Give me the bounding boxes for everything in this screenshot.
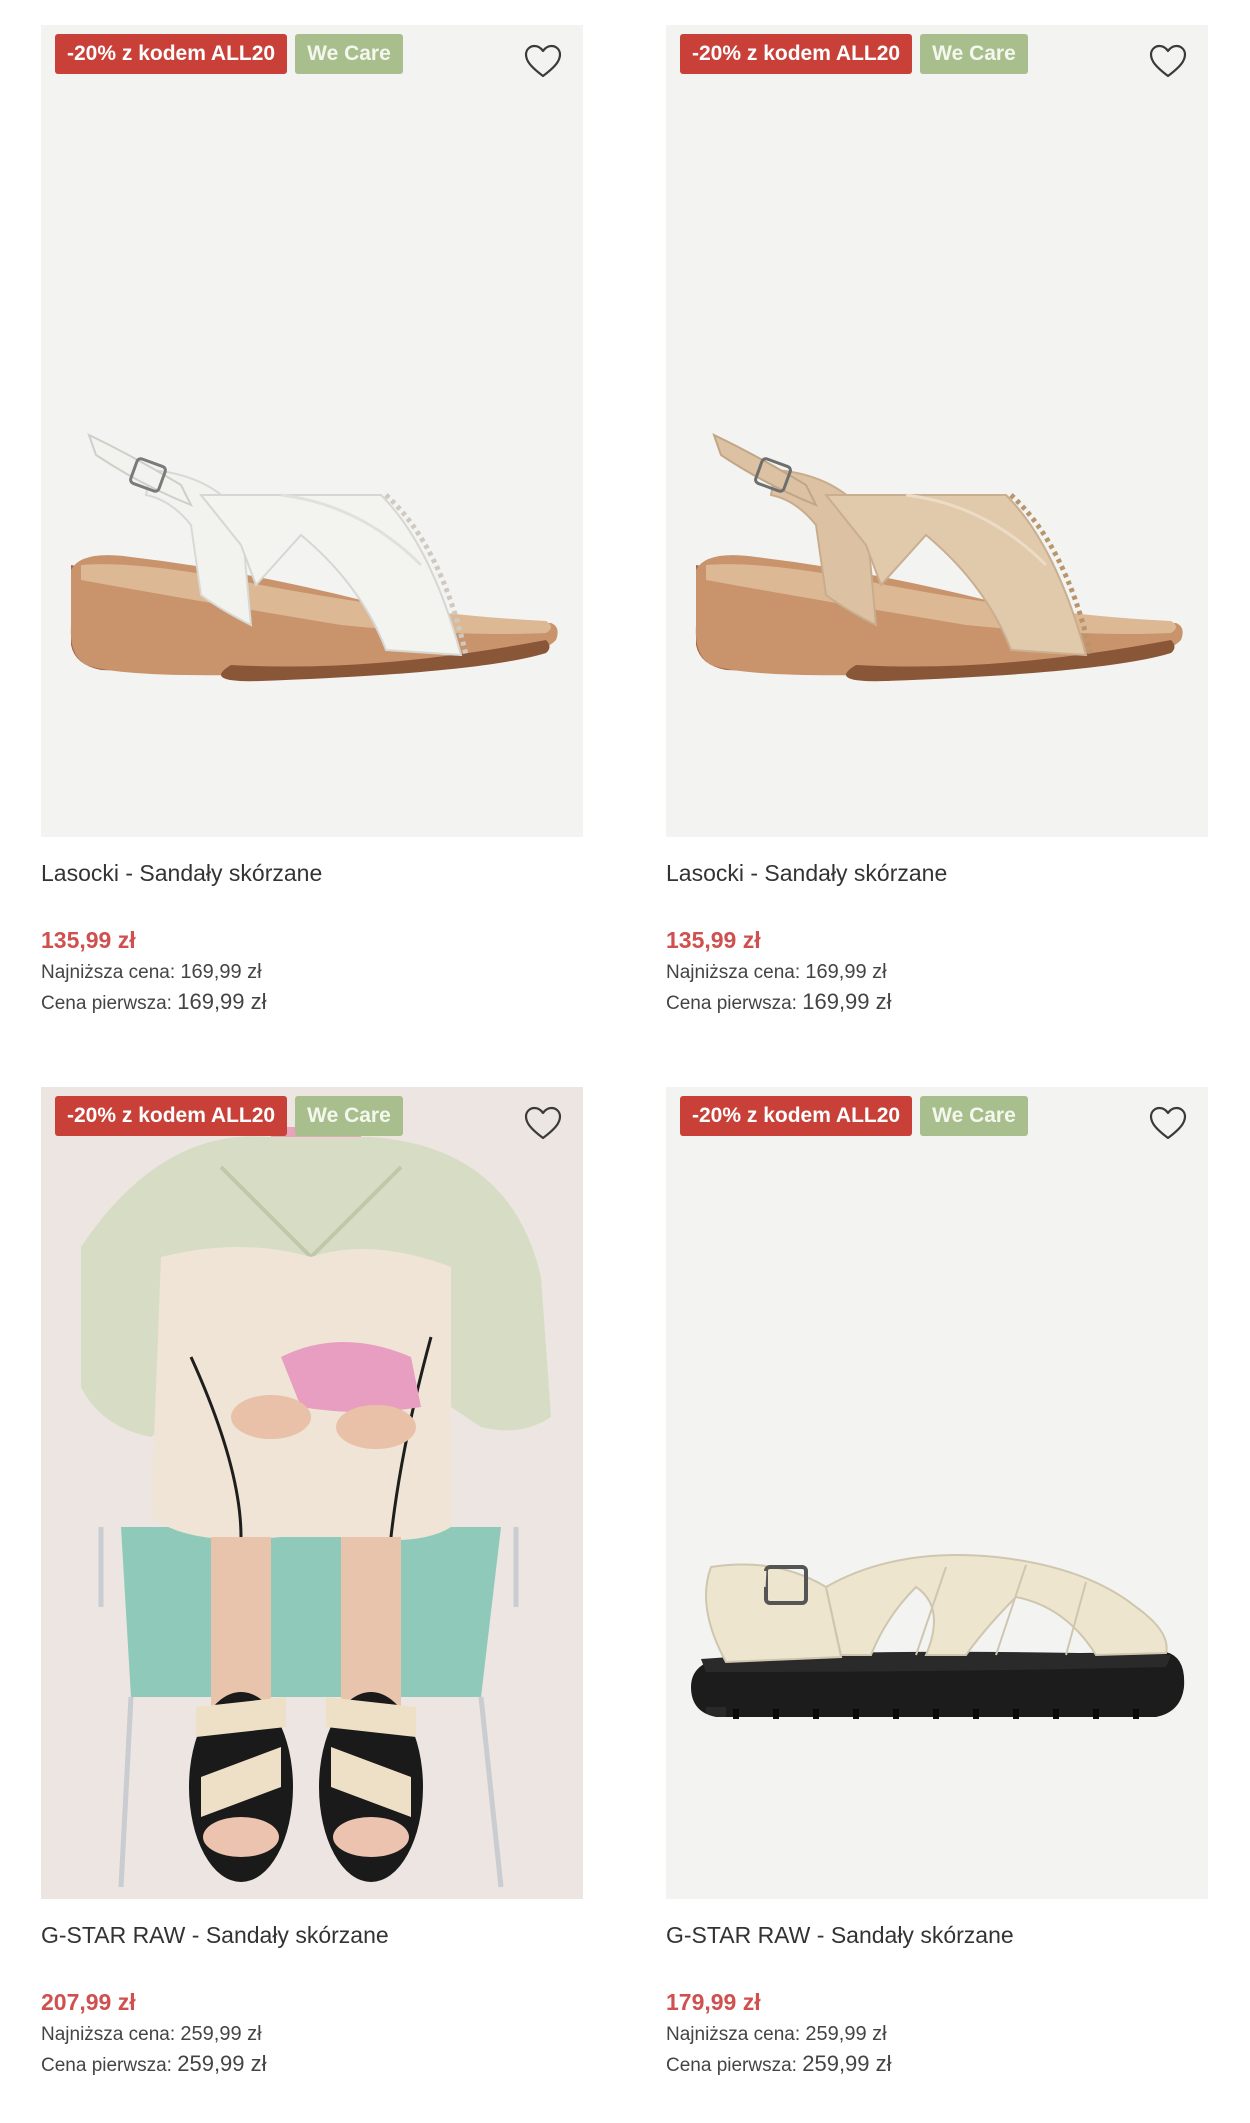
lowest-price-label: Najniższa cena: xyxy=(41,962,176,983)
product-card[interactable]: -20% z kodem ALL20 We Care xyxy=(666,1087,1208,2079)
model-wearing-sandals-image xyxy=(81,1127,551,1888)
product-image[interactable]: -20% z kodem ALL20 We Care xyxy=(41,25,583,837)
first-price-row: Cena pierwsza: 259,99 zł xyxy=(41,2049,583,2079)
promo-badge: -20% z kodem ALL20 xyxy=(55,34,288,74)
promo-badge: -20% z kodem ALL20 xyxy=(680,1096,913,1136)
product-title[interactable]: G-STAR RAW - Sandały skórzane xyxy=(666,1915,1208,1955)
first-price-value: 169,99 zł xyxy=(802,989,892,1014)
first-price-value: 259,99 zł xyxy=(802,2051,892,2076)
we-care-badge: We Care xyxy=(295,34,403,74)
product-price: 207,99 zł xyxy=(41,1989,136,2015)
badge-group: -20% z kodem ALL20 We Care xyxy=(55,34,403,74)
lowest-price-row: Najniższa cena: 259,99 zł xyxy=(666,2019,1208,2049)
product-image[interactable]: -20% z kodem ALL20 We Care xyxy=(666,1087,1208,1899)
lowest-price-value: 259,99 zł xyxy=(805,2023,887,2045)
product-title[interactable]: G-STAR RAW - Sandały skórzane xyxy=(41,1915,583,1955)
heart-outline-icon[interactable] xyxy=(523,1104,563,1144)
product-price: 135,99 zł xyxy=(41,927,136,953)
lowest-price-label: Najniższa cena: xyxy=(41,2024,176,2045)
lowest-price-value: 169,99 zł xyxy=(180,961,262,983)
we-care-badge: We Care xyxy=(295,1096,403,1136)
lowest-price-label: Najniższa cena: xyxy=(666,2024,801,2045)
first-price-row: Cena pierwsza: 169,99 zł xyxy=(41,987,583,1017)
first-price-value: 259,99 zł xyxy=(177,2051,267,2076)
product-grid: -20% z kodem ALL20 We Care Lasocki - San… xyxy=(0,0,1250,2123)
product-price: 179,99 zł xyxy=(666,1989,761,2015)
beige-wedge-sandal-image xyxy=(695,433,1183,682)
first-price-value: 169,99 zł xyxy=(177,989,267,1014)
lowest-price-row: Najniższa cena: 169,99 zł xyxy=(666,957,1208,987)
first-price-label: Cena pierwsza: xyxy=(41,993,172,1014)
product-price: 135,99 zł xyxy=(666,927,761,953)
first-price-label: Cena pierwsza: xyxy=(41,2055,172,2076)
product-title[interactable]: Lasocki - Sandały skórzane xyxy=(41,853,583,893)
we-care-badge: We Care xyxy=(920,34,1028,74)
badge-group: -20% z kodem ALL20 We Care xyxy=(680,34,1028,74)
first-price-label: Cena pierwsza: xyxy=(666,993,797,1014)
lowest-price-label: Najniższa cena: xyxy=(666,962,801,983)
heart-outline-icon[interactable] xyxy=(523,42,563,82)
first-price-row: Cena pierwsza: 259,99 zł xyxy=(666,2049,1208,2079)
we-care-badge: We Care xyxy=(920,1096,1028,1136)
fisherman-sandal-image xyxy=(691,1554,1185,1719)
white-wedge-sandal-image xyxy=(70,433,558,682)
product-card[interactable]: -20% z kodem ALL20 We Care G-STAR RAW - … xyxy=(41,1087,583,2079)
product-title[interactable]: Lasocki - Sandały skórzane xyxy=(666,853,1208,893)
product-image[interactable]: -20% z kodem ALL20 We Care xyxy=(41,1087,583,1899)
first-price-label: Cena pierwsza: xyxy=(666,2055,797,2076)
badge-group: -20% z kodem ALL20 We Care xyxy=(680,1096,1028,1136)
heart-outline-icon[interactable] xyxy=(1148,1104,1188,1144)
lowest-price-row: Najniższa cena: 259,99 zł xyxy=(41,2019,583,2049)
product-card[interactable]: -20% z kodem ALL20 We Care xyxy=(666,25,1208,1017)
badge-group: -20% z kodem ALL20 We Care xyxy=(55,1096,403,1136)
promo-badge: -20% z kodem ALL20 xyxy=(55,1096,288,1136)
lowest-price-row: Najniższa cena: 169,99 zł xyxy=(41,957,583,987)
heart-outline-icon[interactable] xyxy=(1148,42,1188,82)
first-price-row: Cena pierwsza: 169,99 zł xyxy=(666,987,1208,1017)
promo-badge: -20% z kodem ALL20 xyxy=(680,34,913,74)
lowest-price-value: 169,99 zł xyxy=(805,961,887,983)
lowest-price-value: 259,99 zł xyxy=(180,2023,262,2045)
product-image[interactable]: -20% z kodem ALL20 We Care xyxy=(666,25,1208,837)
product-card[interactable]: -20% z kodem ALL20 We Care xyxy=(41,25,583,1017)
